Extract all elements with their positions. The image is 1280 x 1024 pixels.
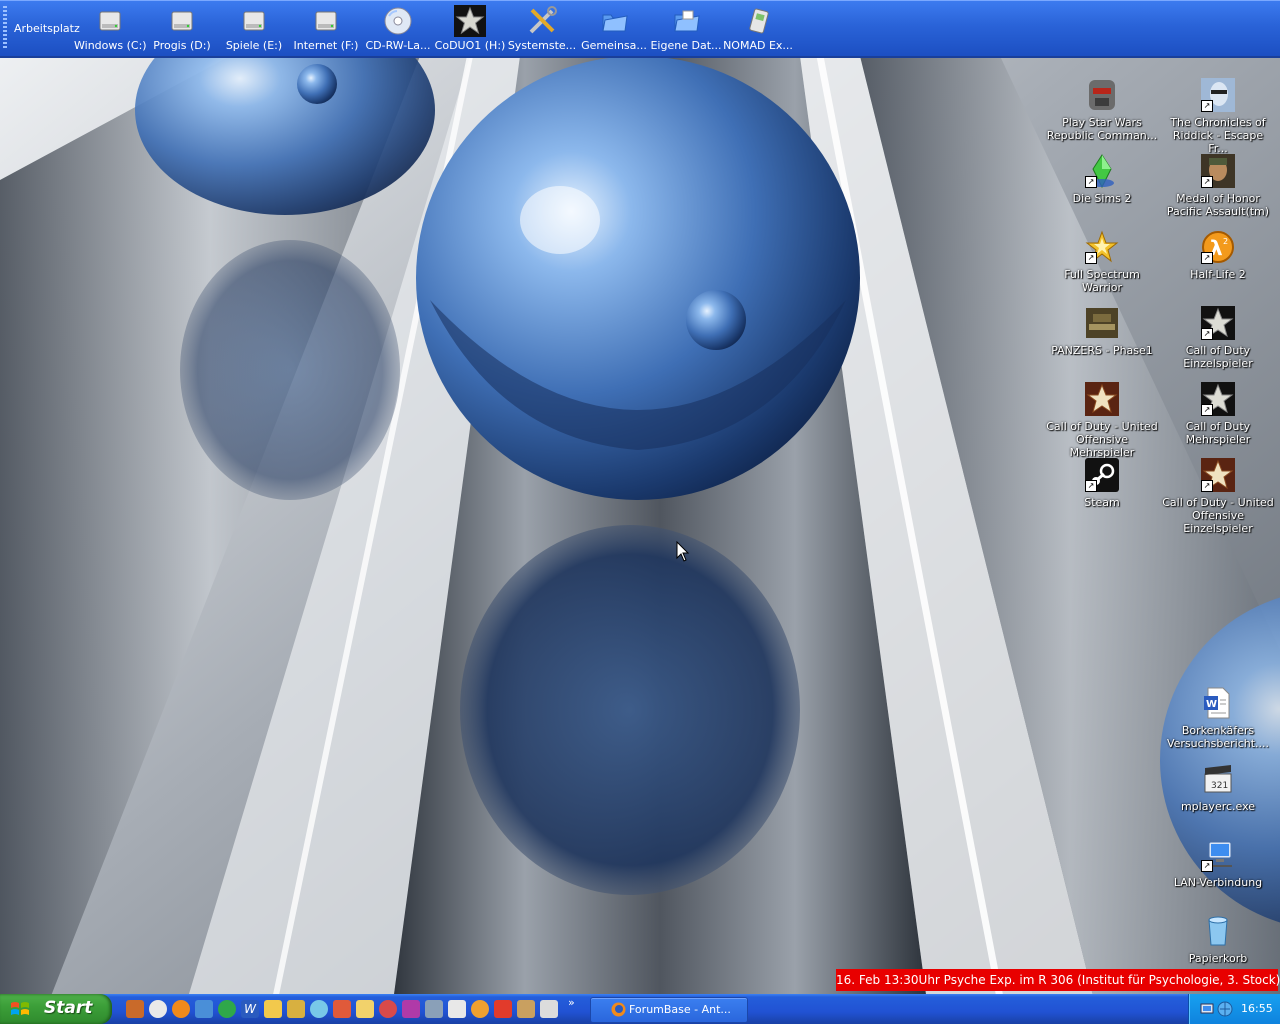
app-icon[interactable] xyxy=(195,1000,213,1018)
my-documents[interactable]: Eigene Dat... xyxy=(650,4,722,54)
desktop-icon-panzers[interactable]: PANZERS - Phase1 xyxy=(1046,306,1158,357)
desktop-icon-star-wars-republic-commando[interactable]: Play Star Wars Republic Comman... xyxy=(1046,78,1158,142)
call-of-duty-star-icon xyxy=(453,4,487,38)
desktop-icon-lan-connection[interactable]: ↗ LAN-Verbindung xyxy=(1162,838,1274,889)
shortcut-arrow-icon: ↗ xyxy=(1085,252,1097,264)
desktop-icon-mplayerc[interactable]: 321 mplayerc.exe xyxy=(1162,762,1274,813)
app-icon[interactable] xyxy=(333,1000,351,1018)
shortcut-arrow-icon: ↗ xyxy=(1201,404,1213,416)
call-of-duty-star-icon xyxy=(1085,382,1119,416)
hard-drive-icon xyxy=(93,4,127,38)
taskbar-button-forumbase[interactable]: ForumBase - Ant... xyxy=(590,997,748,1023)
drive-h[interactable]: CoDUO1 (H:) xyxy=(434,4,506,54)
desktop-icon-cod-multiplayer[interactable]: ↗ Call of Duty Mehrspieler xyxy=(1162,382,1274,446)
app-icon[interactable] xyxy=(264,1000,282,1018)
drive-f[interactable]: Internet (F:) xyxy=(290,4,362,54)
drive-d[interactable]: Progis (D:) xyxy=(146,4,218,54)
globe-tray-icon[interactable] xyxy=(1217,1001,1233,1017)
desktop-icon-full-spectrum-warrior[interactable]: ↗ Full Spectrum Warrior xyxy=(1046,230,1158,294)
call-of-duty-star-icon: ↗ xyxy=(1201,458,1235,492)
svg-text:321: 321 xyxy=(1211,781,1228,791)
system-tray: 16:55 xyxy=(1188,994,1280,1024)
app-icon[interactable] xyxy=(540,1000,558,1018)
app-icon[interactable] xyxy=(425,1000,443,1018)
word-icon[interactable]: W xyxy=(241,1000,259,1018)
sims-plumbob-icon: ↗ xyxy=(1085,154,1119,189)
firefox-icon[interactable] xyxy=(172,1000,190,1018)
hard-drive-icon xyxy=(309,4,343,38)
clock[interactable]: 16:55 xyxy=(1241,1002,1273,1015)
panzers-icon xyxy=(1085,306,1119,340)
event-notice-banner: 16. Feb 13:30Uhr Psyche Exp. im R 306 (I… xyxy=(836,969,1280,991)
desktop-icon-cod-singleplayer[interactable]: ↗ Call of Duty Einzelspieler xyxy=(1162,306,1274,370)
desktop-icon-chronicles-of-riddick[interactable]: ↗ The Chronicles of Riddick - Escape Fr.… xyxy=(1162,78,1274,155)
browser-icon[interactable] xyxy=(149,1000,167,1018)
desktop-icon-medal-of-honor-pacific-assault[interactable]: ↗ Medal of Honor Pacific Assault(tm) xyxy=(1162,154,1274,218)
medal-of-honor-icon: ↗ xyxy=(1201,154,1235,188)
recycle-bin-icon xyxy=(1201,914,1235,948)
desktop-icon-recycle-bin[interactable]: Papierkorb xyxy=(1162,914,1274,965)
desktop-icon-steam[interactable]: ↗ Steam xyxy=(1046,458,1158,509)
call-of-duty-star-icon: ↗ xyxy=(1201,382,1235,416)
desktop-icon-half-life-2[interactable]: λ2 ↗ Half-Life 2 xyxy=(1162,230,1274,281)
mouse-pointer-icon xyxy=(676,541,690,562)
shortcut-arrow-icon: ↗ xyxy=(1085,176,1097,188)
app-icon[interactable] xyxy=(287,1000,305,1018)
my-documents-icon xyxy=(669,4,703,38)
system-control[interactable]: Systemste... xyxy=(506,4,578,54)
desktop-icon-cod-uo-singleplayer[interactable]: ↗ Call of Duty - United Offensive Einzel… xyxy=(1162,458,1274,535)
cd-drive-icon xyxy=(381,4,415,38)
app-icon[interactable] xyxy=(310,1000,328,1018)
hard-drive-icon xyxy=(237,4,271,38)
taskbar: Start W » ForumBase - Ant... 16:55 xyxy=(0,994,1280,1024)
mp3-player-icon xyxy=(741,4,775,38)
network-connection-icon: ↗ xyxy=(1201,838,1235,872)
riddick-icon: ↗ xyxy=(1201,78,1235,112)
globe-icon[interactable] xyxy=(218,1000,236,1018)
shortcut-arrow-icon: ↗ xyxy=(1085,480,1097,492)
start-button[interactable]: Start xyxy=(0,994,112,1024)
app-icon[interactable] xyxy=(126,1000,144,1018)
svg-text:W: W xyxy=(1206,699,1217,710)
quick-launch-overflow-button[interactable]: » xyxy=(568,996,586,1010)
toolbar-grip[interactable] xyxy=(3,6,7,50)
app-icon[interactable] xyxy=(471,1000,489,1018)
star-wars-icon xyxy=(1085,78,1119,112)
desktop-icon-die-sims-2[interactable]: ↗ Die Sims 2 xyxy=(1046,154,1158,205)
desktop-icon-cod-uo-multiplayer[interactable]: Call of Duty - United Offensive Mehrspie… xyxy=(1046,382,1158,459)
svg-text:2: 2 xyxy=(1223,237,1228,246)
desktop-icon-borkenkaefers-report[interactable]: W Borkenkäfers Versuchsbericht.... xyxy=(1162,686,1274,750)
gold-star-icon: ↗ xyxy=(1085,230,1119,264)
my-computer-toolbar: Arbeitsplatz Windows (C:) Progis (D:) Sp… xyxy=(0,0,1280,58)
word-document-icon: W xyxy=(1201,686,1235,720)
drive-c[interactable]: Windows (C:) xyxy=(74,4,146,54)
toolbar-title: Arbeitsplatz xyxy=(14,22,80,35)
app-icon[interactable] xyxy=(448,1000,466,1018)
app-icon[interactable] xyxy=(494,1000,512,1018)
network-tray-icon[interactable] xyxy=(1199,1001,1215,1017)
firefox-icon xyxy=(611,1002,626,1017)
app-icon[interactable] xyxy=(402,1000,420,1018)
app-icon[interactable] xyxy=(356,1000,374,1018)
shared-folder-icon xyxy=(597,4,631,38)
steam-icon: ↗ xyxy=(1085,458,1119,492)
shortcut-arrow-icon: ↗ xyxy=(1201,252,1213,264)
drive-e[interactable]: Spiele (E:) xyxy=(218,4,290,54)
call-of-duty-star-icon: ↗ xyxy=(1201,306,1235,340)
hard-drive-icon xyxy=(165,4,199,38)
app-icon[interactable] xyxy=(517,1000,535,1018)
shared-documents[interactable]: Gemeinsa... xyxy=(578,4,650,54)
shortcut-arrow-icon: ↗ xyxy=(1201,176,1213,188)
nomad-explorer[interactable]: NOMAD Ex... xyxy=(722,4,794,54)
shortcut-arrow-icon: ↗ xyxy=(1201,328,1213,340)
tools-icon xyxy=(525,4,559,38)
shortcut-arrow-icon: ↗ xyxy=(1201,100,1213,112)
shortcut-arrow-icon: ↗ xyxy=(1201,480,1213,492)
half-life-icon: λ2 ↗ xyxy=(1201,230,1235,264)
clapperboard-icon: 321 xyxy=(1201,762,1235,796)
cd-rw-drive[interactable]: CD-RW-La... xyxy=(362,4,434,54)
shortcut-arrow-icon: ↗ xyxy=(1201,860,1213,872)
app-icon[interactable] xyxy=(379,1000,397,1018)
windows-logo-icon xyxy=(11,1002,29,1015)
